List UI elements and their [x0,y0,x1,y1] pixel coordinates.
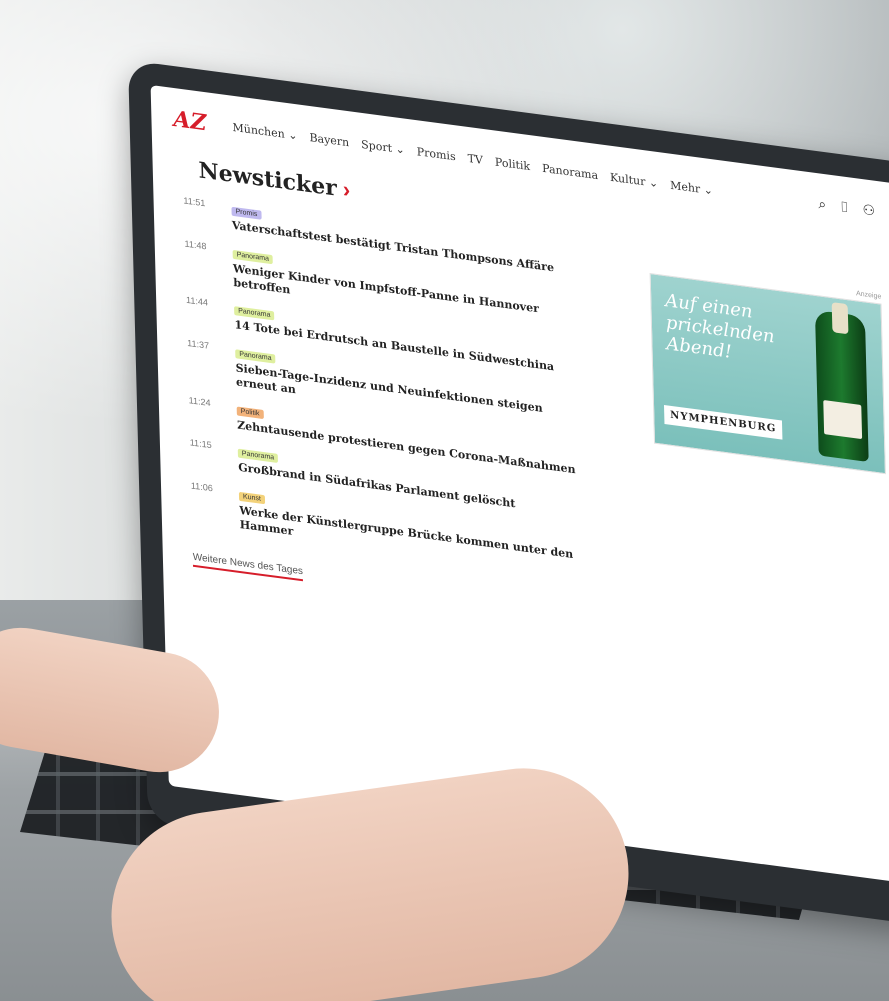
nav-item-bayern[interactable]: Bayern [309,130,349,148]
hands-typing [0,618,889,1001]
news-time: 11:44 [185,294,209,308]
category-badge: Politik [236,405,264,419]
bookmark-icon[interactable]: ⌷ [840,199,849,216]
more-news-link[interactable]: Weitere News des Tages [192,551,304,581]
left-hand [0,618,229,782]
user-icon[interactable]: ⚇ [862,202,875,220]
nav-item-kultur[interactable]: Kultur ⌄ [610,170,658,189]
nav-icons: ⌕ ⌷ ⚇ [818,196,875,220]
category-badge: Promis [231,206,262,220]
ad-brand: NYMPHENBURG [663,404,783,440]
nav-item-panorama[interactable]: Panorama [542,161,598,181]
ad-label: Anzeige [855,290,882,301]
news-time: 11:37 [187,337,210,351]
advertisement-banner[interactable]: Auf einen prickelnden Abend! NYMPHENBURG [649,273,886,475]
newsticker-title[interactable]: Newsticker [198,157,337,201]
chevron-right-icon[interactable]: › [342,176,350,203]
search-icon[interactable]: ⌕ [818,196,826,213]
nav-item-muenchen[interactable]: München ⌄ [232,120,297,142]
right-hand [97,754,643,1001]
news-time: 11:48 [184,238,207,252]
champagne-bottle-image [814,309,869,463]
nav-item-mehr[interactable]: Mehr ⌄ [670,178,713,197]
news-time: 11:15 [189,437,212,451]
nav-item-promis[interactable]: Promis [417,145,456,163]
news-time: 11:51 [183,195,206,209]
nav-item-sport[interactable]: Sport ⌄ [361,137,405,156]
newsticker-list: 11:51 Promis Vaterschaftstest bestätigt … [183,193,582,576]
news-time: 11:06 [190,480,213,494]
category-badge: Kunst [238,491,266,505]
photo-scene: AZ München ⌄ Bayern Sport ⌄ Promis TV Po… [0,0,889,1001]
nav-item-politik[interactable]: Politik [495,155,531,173]
ad-text: Auf einen prickelnden Abend! [664,290,775,364]
nav-item-tv[interactable]: TV [467,151,483,166]
site-logo[interactable]: AZ [173,106,207,136]
news-time: 11:24 [188,394,211,408]
